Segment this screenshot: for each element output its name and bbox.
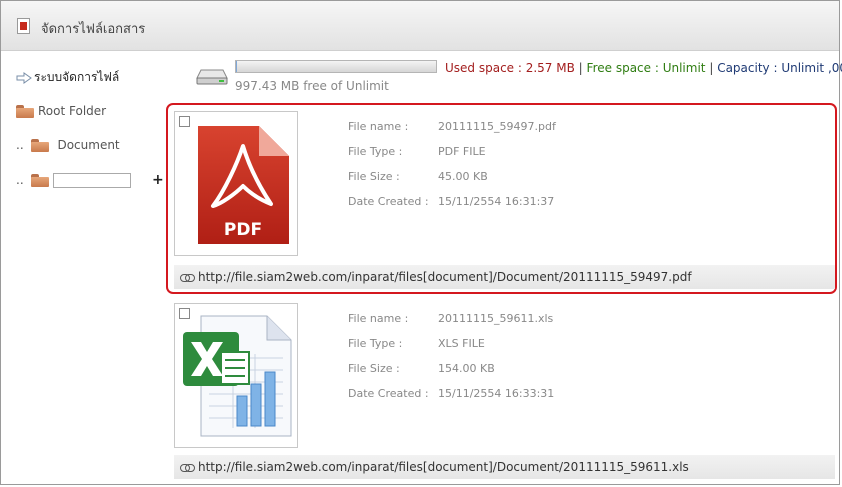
sidebar-heading[interactable]: ระบบจัดการไฟล์ (16, 67, 119, 87)
file-url-bar: http://file.siam2web.com/inparat/files[d… (174, 455, 835, 479)
meta-label: File name : (348, 312, 409, 325)
file-size: 154.00 KB (438, 362, 495, 375)
capacity-overflow-text: ,000.00 (827, 61, 842, 75)
indent-marker: .. (16, 173, 24, 187)
indent-marker: .. (16, 138, 24, 152)
separator: | (578, 61, 583, 75)
link-icon (180, 273, 195, 282)
link-icon (180, 463, 195, 472)
meta-label: File name : (348, 120, 409, 133)
folder-icon (31, 174, 50, 187)
file-card: PDF File name : 20111115_59497.pdf File T… (171, 111, 835, 291)
arrow-right-icon (16, 71, 32, 84)
sidebar-item-label: Document (57, 138, 120, 152)
document-icon (17, 18, 30, 34)
file-size: 45.00 KB (438, 170, 488, 183)
used-space-text: Used space : 2.57 MB (445, 61, 575, 75)
sidebar-item-document[interactable]: .. Document (16, 135, 120, 155)
meta-label: Date Created : (348, 195, 429, 208)
file-type: PDF FILE (438, 145, 486, 158)
sidebar-heading-label: ระบบจัดการไฟล์ (34, 70, 120, 84)
file-date: 15/11/2554 16:31:37 (438, 195, 555, 208)
add-folder-button[interactable]: + (152, 172, 164, 188)
capacity-text: Capacity : Unlimit (717, 61, 825, 75)
meta-label: File Type : (348, 337, 403, 350)
excel-file-icon (183, 315, 292, 437)
meta-label: File Size : (348, 362, 400, 375)
new-folder-input[interactable] (53, 173, 132, 188)
file-type: XLS FILE (438, 337, 485, 350)
free-space-text: 997.43 MB free of Unlimit (235, 79, 389, 93)
file-url-link[interactable]: http://file.siam2web.com/inparat/files[d… (198, 460, 689, 474)
file-url-bar: http://file.siam2web.com/inparat/files[d… (174, 265, 835, 289)
file-select-checkbox[interactable] (179, 116, 190, 127)
pdf-badge: PDF (223, 220, 263, 240)
folder-icon (16, 105, 34, 118)
file-date: 15/11/2554 16:33:31 (438, 387, 555, 400)
file-card: File name : 20111115_59611.xls File Type … (171, 303, 835, 483)
file-name: 20111115_59611.xls (438, 312, 554, 325)
file-url-link[interactable]: http://file.siam2web.com/inparat/files[d… (198, 270, 692, 284)
meta-label: File Size : (348, 170, 400, 183)
file-name: 20111115_59497.pdf (438, 120, 556, 133)
sidebar-item-label: Root Folder (38, 104, 107, 118)
page-title: จัดการไฟล์เอกสาร (41, 22, 146, 37)
sidebar-item-root-folder[interactable]: Root Folder (16, 101, 106, 121)
sidebar-new-folder: .. (16, 170, 132, 190)
free-space-label: Free space : Unlimit (586, 61, 706, 75)
folder-icon (31, 139, 50, 152)
storage-stats: Used space : 2.57 MB | Free space : Unli… (445, 61, 842, 75)
separator: | (709, 61, 714, 75)
file-thumbnail[interactable] (174, 303, 298, 448)
storage-usage-bar (235, 60, 437, 73)
title-bar: จัดการไฟล์เอกสาร (1, 1, 839, 51)
meta-label: File Type : (348, 145, 403, 158)
file-thumbnail[interactable]: PDF (174, 111, 298, 256)
meta-label: Date Created : (348, 387, 429, 400)
hard-drive-icon (196, 69, 228, 85)
